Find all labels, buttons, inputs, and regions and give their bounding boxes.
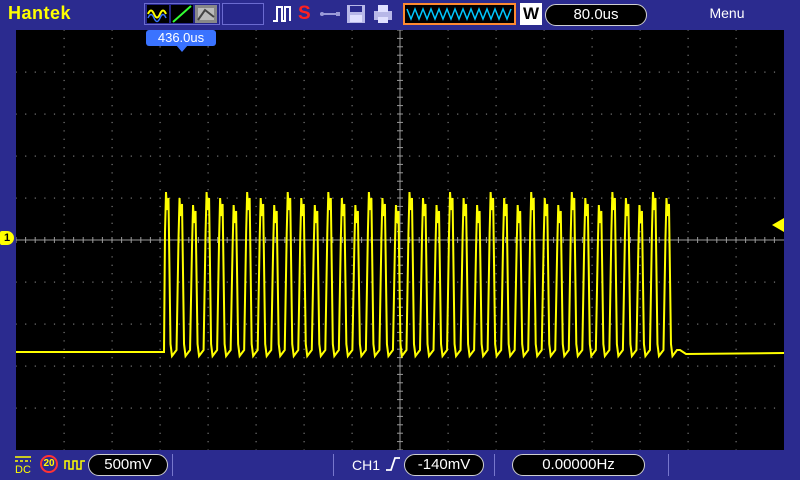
persist-mode-icon[interactable] bbox=[195, 5, 217, 23]
timebase-mode[interactable]: W bbox=[520, 3, 542, 25]
trigger-position-pointer bbox=[176, 45, 188, 52]
xy-mode-icon[interactable] bbox=[171, 5, 193, 23]
trigger-position-marker[interactable]: 436.0us bbox=[146, 30, 216, 46]
timebase-value[interactable]: 80.0us bbox=[545, 4, 647, 26]
frequency-value: 0.00000Hz bbox=[512, 454, 645, 476]
waveform-display[interactable] bbox=[15, 29, 785, 451]
menu-button[interactable]: Menu bbox=[692, 5, 762, 21]
ch1-offset-marker[interactable]: 1 bbox=[0, 231, 14, 245]
bandwidth-limit-badge[interactable]: 20 bbox=[40, 455, 58, 473]
top-bar: Hantek S W 80.0us Menu bbox=[0, 0, 800, 30]
bottom-separator bbox=[494, 454, 495, 476]
bottom-separator bbox=[668, 454, 669, 476]
status-panel bbox=[222, 3, 264, 25]
acquire-mode-group[interactable] bbox=[144, 3, 220, 25]
usb-icon bbox=[318, 3, 342, 30]
ch1-coupling-label: DC bbox=[15, 464, 31, 476]
ch1-volts-div[interactable]: 500mV bbox=[88, 454, 168, 476]
wave-mode-icon[interactable] bbox=[147, 5, 169, 23]
memory-depth-icon[interactable] bbox=[403, 3, 516, 25]
trigger-level-marker[interactable] bbox=[772, 218, 784, 232]
bottom-separator bbox=[333, 454, 334, 476]
trigger-level-value[interactable]: -140mV bbox=[404, 454, 484, 476]
ch1-coupling-icon[interactable]: DC bbox=[14, 455, 32, 476]
run-status[interactable]: S bbox=[298, 3, 311, 25]
rising-edge-icon bbox=[384, 455, 402, 478]
save-icon[interactable] bbox=[346, 3, 366, 30]
trigger-source[interactable]: CH1 bbox=[352, 457, 380, 473]
pulse-icon bbox=[272, 3, 292, 30]
ch1-probe-icon bbox=[64, 457, 86, 476]
brand-logo: Hantek bbox=[8, 3, 72, 23]
waveform-graticule bbox=[15, 29, 785, 451]
print-icon[interactable] bbox=[372, 3, 394, 30]
bottom-separator bbox=[172, 454, 173, 476]
